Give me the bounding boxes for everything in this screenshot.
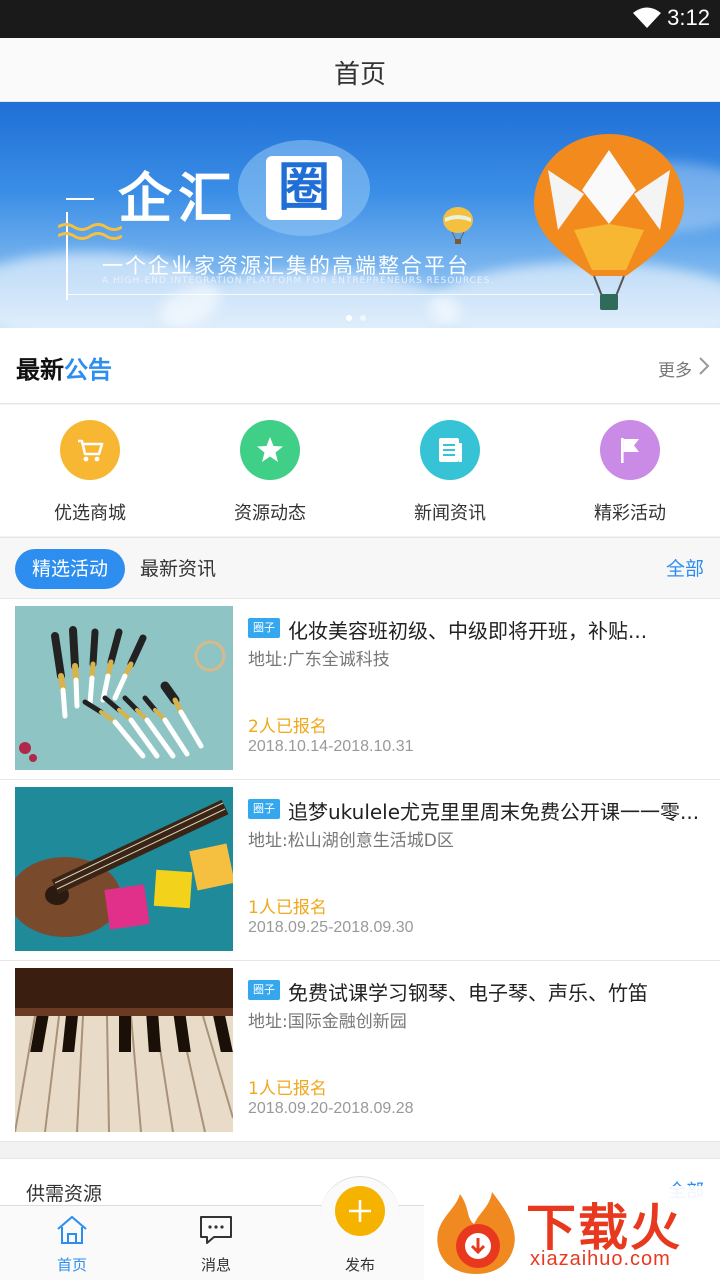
notice-bar[interactable]: 最新公告 更多 xyxy=(0,328,720,404)
tab-latest-news[interactable]: 最新资讯 xyxy=(140,549,216,589)
title-bar: 首页 xyxy=(0,38,720,102)
activity-address: 地址:松山湖创意生活城D区 xyxy=(248,831,454,851)
quick-link-events[interactable]: 精彩活动 xyxy=(540,405,720,536)
activity-date: 2018.10.14-2018.10.31 xyxy=(248,738,414,755)
ukulele-image xyxy=(15,787,233,951)
plus-icon xyxy=(349,1200,371,1222)
piano-keys-image xyxy=(15,968,233,1132)
status-bar: 3:12 xyxy=(0,0,720,38)
page-title: 首页 xyxy=(333,60,386,90)
status-time: 3:12 xyxy=(667,5,710,30)
quick-link-news[interactable]: 新闻资讯 xyxy=(360,405,540,536)
small-balloon-icon xyxy=(443,207,473,244)
activity-list: 圈子 化妆美容班初级、中级即将开班，补贴... 地址:广东全诚科技 2人已报名 … xyxy=(0,599,720,1142)
banner-dot-1[interactable] xyxy=(346,315,352,321)
publish-button[interactable] xyxy=(335,1186,385,1236)
activity-title: 化妆美容班初级、中级即将开班，补贴... xyxy=(288,619,648,643)
tabbar-home-label: 首页 xyxy=(56,1256,87,1274)
banner-carousel[interactable]: 企汇 圈 一个企业家资源汇集的高端整合平台 A HIGH-END INTEGRA… xyxy=(0,102,720,328)
watermark-url: xiazaihuo.com xyxy=(530,1248,671,1270)
circle-tag: 圈子 xyxy=(248,618,280,638)
message-icon xyxy=(200,1216,232,1244)
list-item[interactable]: 圈子 化妆美容班初级、中级即将开班，补贴... 地址:广东全诚科技 2人已报名 … xyxy=(0,599,720,780)
tabbar-messages[interactable]: 消息 xyxy=(144,1206,288,1280)
banner-brand: 企汇 xyxy=(118,167,238,230)
activity-tabs: 精选活动 最新资讯 全部 xyxy=(0,537,720,599)
activity-signup-count: 2人已报名 xyxy=(248,717,327,737)
activity-signup-count: 1人已报名 xyxy=(248,1079,327,1099)
hot-air-balloon-icon xyxy=(534,134,684,310)
quick-links: 优选商城 资源动态 新闻资讯 精彩活动 xyxy=(0,405,720,536)
banner-dots xyxy=(346,306,374,325)
flame-logo-icon xyxy=(437,1192,515,1274)
chevron-right-icon xyxy=(699,357,710,375)
circle-tag: 圈子 xyxy=(248,799,280,819)
news-icon xyxy=(439,438,462,462)
activity-address: 地址:国际金融创新园 xyxy=(248,1012,407,1032)
activity-date: 2018.09.25-2018.09.30 xyxy=(248,919,414,936)
notice-more-link[interactable]: 更多 xyxy=(658,356,692,381)
list-item[interactable]: 圈子 追梦ukulele尤克里里周末免费公开课一一零... 地址:松山湖创意生活… xyxy=(0,780,720,961)
activity-title: 追梦ukulele尤克里里周末免费公开课一一零... xyxy=(288,800,700,824)
activity-address: 地址:广东全诚科技 xyxy=(248,650,390,670)
quick-link-mall[interactable]: 优选商城 xyxy=(0,405,180,536)
makeup-brushes-image xyxy=(15,606,233,770)
tab-featured-activities[interactable]: 精选活动 xyxy=(15,549,125,589)
quick-link-resources[interactable]: 资源动态 xyxy=(180,405,360,536)
banner-dot-2[interactable] xyxy=(360,315,366,321)
wifi-icon xyxy=(633,7,661,28)
home-icon xyxy=(57,1215,87,1244)
banner-slogan-en: A HIGH-END INTEGRATION PLATFORM FOR ENTR… xyxy=(102,276,495,286)
cart-icon xyxy=(78,439,104,462)
waves-decoration xyxy=(58,223,122,240)
tabbar-messages-label: 消息 xyxy=(200,1256,231,1274)
list-item[interactable]: 圈子 免费试课学习钢琴、电子琴、声乐、竹笛 地址:国际金融创新园 1人已报名 2… xyxy=(0,961,720,1142)
activity-date: 2018.09.20-2018.09.28 xyxy=(248,1100,414,1117)
banner-brand-box: 圈 xyxy=(266,156,342,220)
watermark: 下载火 xiazaihuo.com xyxy=(424,1186,720,1280)
activity-signup-count: 1人已报名 xyxy=(248,898,327,918)
circle-tag: 圈子 xyxy=(248,980,280,1000)
supply-section-title: 供需资源 xyxy=(26,1183,103,1205)
flag-icon xyxy=(621,438,639,463)
star-icon xyxy=(257,437,283,462)
tabbar-home[interactable]: 首页 xyxy=(0,1206,144,1280)
tabbar-publish-label: 发布 xyxy=(344,1256,375,1274)
activity-title: 免费试课学习钢琴、电子琴、声乐、竹笛 xyxy=(288,981,648,1005)
tabs-all-link[interactable]: 全部 xyxy=(666,549,704,589)
notice-label: 最新公告 xyxy=(16,356,112,384)
